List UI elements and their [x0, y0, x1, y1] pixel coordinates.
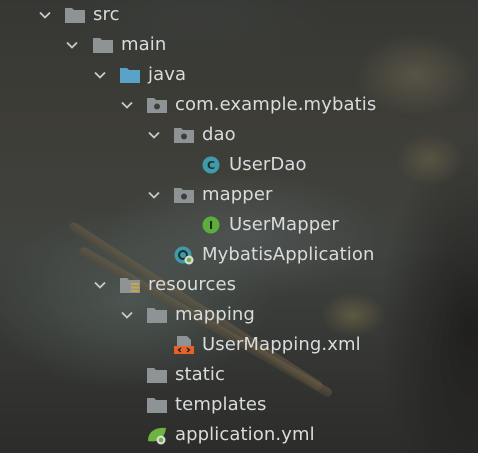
- package-icon: [174, 188, 194, 203]
- tree-node-resources[interactable]: resources: [0, 270, 478, 300]
- tree-node-label: resources: [148, 274, 237, 295]
- tree-node-label: UserDao: [229, 154, 307, 175]
- tree-node-mapper[interactable]: mapper: [0, 180, 478, 210]
- chevron-down-icon[interactable]: [92, 67, 108, 83]
- folder-icon: [65, 8, 85, 23]
- tree-node-label: mapper: [202, 184, 273, 205]
- chevron-down-icon[interactable]: [37, 7, 53, 23]
- class-badge-letter: C: [207, 159, 215, 172]
- chevron-down-icon[interactable]: [146, 127, 162, 143]
- tree-node-label: com.example.mybatis: [175, 94, 377, 115]
- tree-node-dao[interactable]: dao: [0, 120, 478, 150]
- xml-file-icon: [174, 336, 194, 354]
- tree-node-label: UserMapping.xml: [202, 334, 361, 355]
- chevron-down-icon[interactable]: [146, 187, 162, 203]
- tree-node-java[interactable]: java: [0, 60, 478, 90]
- tree-node-label: dao: [202, 124, 236, 145]
- chevron-down-icon[interactable]: [92, 277, 108, 293]
- tree-node-usermapping-xml[interactable]: UserMapping.xml: [0, 330, 478, 360]
- spring-yaml-file-icon: [148, 427, 166, 445]
- tree-node-label: templates: [175, 394, 267, 415]
- tree-node-templates[interactable]: templates: [0, 390, 478, 420]
- chevron-down-icon[interactable]: [119, 307, 135, 323]
- interface-badge-letter: I: [209, 219, 213, 232]
- tree-node-src[interactable]: src: [0, 0, 478, 30]
- class-icon: C: [202, 156, 220, 174]
- folder-icon: [147, 398, 167, 413]
- project-tree: src main java com.example.mybatis dao C …: [0, 0, 478, 453]
- folder-icon: [147, 368, 167, 383]
- tree-node-label: application.yml: [175, 424, 315, 445]
- tree-node-label: mapping: [175, 304, 255, 325]
- tree-node-label: UserMapper: [229, 214, 339, 235]
- package-icon: [174, 128, 194, 143]
- chevron-down-icon[interactable]: [119, 97, 135, 113]
- tree-node-label: java: [148, 64, 187, 85]
- chevron-down-icon[interactable]: [64, 37, 80, 53]
- tree-node-userdao[interactable]: C UserDao: [0, 150, 478, 180]
- tree-node-label: src: [93, 4, 120, 25]
- ide-screenshot: src main java com.example.mybatis dao C …: [0, 0, 478, 453]
- tree-node-usermapper[interactable]: I UserMapper: [0, 210, 478, 240]
- tree-node-label: main: [121, 34, 167, 55]
- tree-node-main[interactable]: main: [0, 30, 478, 60]
- tree-node-label: MybatisApplication: [202, 244, 375, 265]
- source-root-folder-icon: [120, 68, 140, 83]
- tree-node-com-example-mybatis[interactable]: com.example.mybatis: [0, 90, 478, 120]
- tree-node-application-yml[interactable]: application.yml: [0, 420, 478, 450]
- tree-node-mybatisapplication[interactable]: MybatisApplication: [0, 240, 478, 270]
- interface-icon: I: [202, 216, 220, 234]
- tree-node-mapping[interactable]: mapping: [0, 300, 478, 330]
- resources-root-folder-icon: [120, 278, 140, 293]
- folder-icon: [147, 308, 167, 323]
- tree-node-label: static: [175, 364, 226, 385]
- package-icon: [147, 98, 167, 113]
- folder-icon: [93, 38, 113, 53]
- spring-boot-class-icon: [174, 246, 194, 265]
- tree-node-static[interactable]: static: [0, 360, 478, 390]
